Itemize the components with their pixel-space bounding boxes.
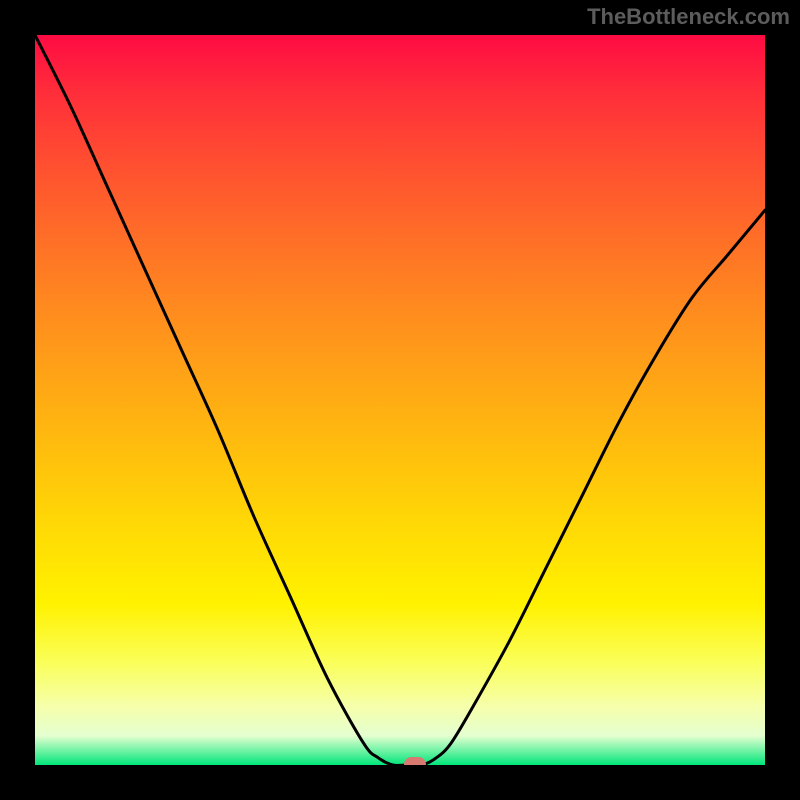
- data-point-marker: [404, 757, 426, 765]
- plot-area: [35, 35, 765, 765]
- chart-container: TheBottleneck.com: [0, 0, 800, 800]
- watermark-text: TheBottleneck.com: [587, 4, 790, 30]
- bottleneck-curve: [35, 35, 765, 765]
